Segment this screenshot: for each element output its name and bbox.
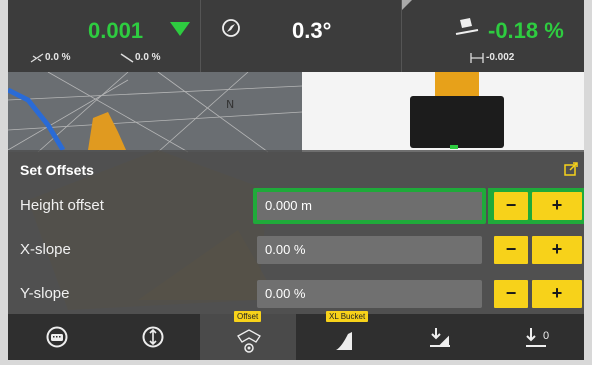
elevation-cell: 0.001 0.0 % 0.0 % [8, 0, 200, 72]
y-slope-stepper: − + [492, 280, 584, 308]
height-offset-label: Height offset [20, 197, 104, 214]
guidance-icon [142, 326, 164, 348]
y-slope-minus-button[interactable]: − [494, 280, 528, 308]
set-offsets-panel: Set Offsets Height offset 0.000 m − + X-… [8, 150, 584, 314]
bucket-width-value: -0.002 [486, 52, 515, 63]
x-slope-stepper: − + [492, 236, 584, 264]
compass-n-label: N [226, 98, 234, 111]
x-slope-minus-button[interactable]: − [494, 236, 528, 264]
bucket-slope-value: -0.18 % [488, 18, 564, 43]
height-offset-row: Height offset 0.000 m − + [8, 188, 584, 224]
x-slope-row: X-slope 0.00 % − + [8, 236, 584, 264]
external-link-icon[interactable] [564, 162, 578, 176]
cross-slope-value: 0.0 % [45, 52, 71, 63]
height-offset-input[interactable]: 0.000 m [253, 188, 486, 224]
y-slope-label: Y-slope [20, 285, 70, 302]
tab-keypad[interactable] [8, 314, 104, 360]
heading-value: 0.3° [292, 18, 332, 43]
main-slope-icon [120, 53, 134, 63]
compass-icon [222, 19, 240, 37]
tab-guidance[interactable] [104, 314, 200, 360]
offset-icon [237, 329, 261, 353]
elevation-value: 0.001 [88, 18, 144, 43]
y-slope-plus-button[interactable]: + [532, 280, 582, 308]
machine-control-screen: N 0.001 0.0 % 0.0 % 0.3° -0.18 % -0.002 … [8, 0, 584, 360]
bucket-slope-cell: -0.18 % -0.002 [402, 0, 584, 72]
height-offset-minus-button[interactable]: − [494, 192, 528, 220]
y-slope-input[interactable]: 0.00 % [257, 280, 482, 308]
bucket-slope-icon [455, 18, 479, 35]
keypad-icon [46, 326, 68, 348]
bench-icon [430, 328, 450, 347]
main-slope-value: 0.0 % [135, 52, 161, 63]
tab-offset[interactable]: Offset [200, 311, 296, 360]
bucket-icon [336, 332, 352, 350]
x-slope-label: X-slope [20, 241, 71, 258]
offset-tag: Offset [234, 311, 262, 322]
y-slope-row: Y-slope 0.00 % − + [8, 280, 584, 308]
height-offset-stepper: − + [488, 188, 584, 224]
bucket-tag: XL Bucket [326, 311, 369, 322]
tab-bench[interactable] [392, 314, 488, 360]
cross-slope-icon [30, 53, 44, 63]
down-arrow-icon [170, 22, 190, 36]
tab-bucket[interactable]: XL Bucket [296, 311, 392, 360]
height-offset-plus-button[interactable]: + [532, 192, 582, 220]
heading-cell: 0.3° [201, 0, 401, 72]
corner-marker-icon [402, 0, 412, 10]
tab-zero[interactable]: 0 [488, 314, 584, 360]
panel-title: Set Offsets [20, 162, 94, 178]
x-slope-input[interactable]: 0.00 % [257, 236, 482, 264]
width-icon [470, 53, 484, 63]
status-bar: 0.001 0.0 % 0.0 % 0.3° -0.18 % -0.002 [8, 0, 584, 72]
x-slope-plus-button[interactable]: + [532, 236, 582, 264]
bottom-tab-bar: Offset XL Bucket 0 [8, 311, 584, 360]
zero-label: 0 [543, 330, 550, 342]
